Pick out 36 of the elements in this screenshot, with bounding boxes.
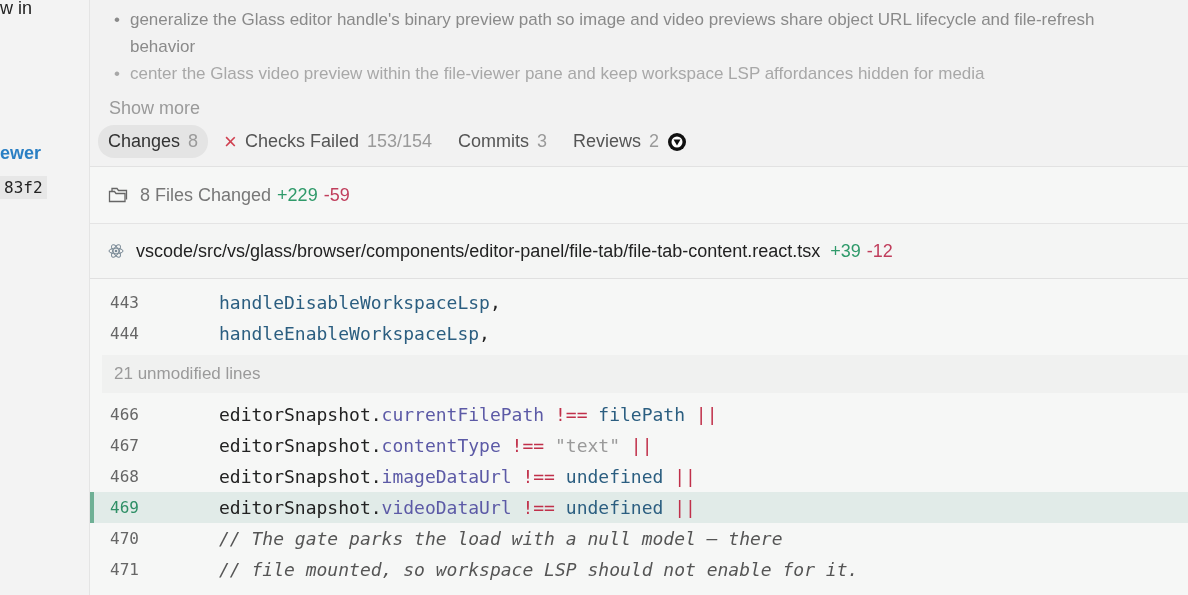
added-count: +39: [830, 240, 861, 262]
line-number: 469: [109, 498, 140, 517]
line-number: 470: [109, 529, 140, 548]
bullet-marker: •: [114, 63, 120, 85]
sidebar-link[interactable]: ewer: [0, 143, 42, 164]
line-number: 471: [109, 560, 140, 579]
line-number: 466: [109, 405, 140, 424]
code-line: editorSnapshot.imageDataUrl !== undefined ||: [219, 466, 696, 487]
atom-icon: [108, 243, 124, 259]
tab[interactable]: × Checks Failed 153/154: [214, 125, 443, 158]
code-line: editorSnapshot.currentFilePath !== filePath ||: [219, 404, 718, 425]
code-line: // The gate parks the load with a null model — there: [219, 528, 783, 549]
line-number: 444: [109, 324, 140, 343]
added-count: +229: [277, 184, 318, 206]
failed-icon: ×: [224, 132, 237, 151]
code-line: editorSnapshot.contentType !== "text" ||: [219, 435, 653, 456]
line-number: 443: [109, 293, 140, 312]
bullet-marker: •: [114, 9, 120, 31]
removed-count: -59: [323, 184, 350, 206]
files-icon: [108, 187, 128, 203]
code-line: editorSnapshot.videoDataUrl !== undefined ||: [219, 497, 696, 518]
tab[interactable]: Changes 8: [98, 125, 209, 158]
tab[interactable]: Commits 3: [448, 125, 558, 158]
code-line: handleEnableWorkspaceLsp,: [219, 323, 490, 344]
code-line: handleDisableWorkspaceLsp,: [219, 292, 501, 313]
description-bullet: center the Glass video preview within the file-viewer pane and keep workspace LSP affordances hidden for media: [129, 63, 985, 85]
sidebar-text: w in: [0, 0, 32, 19]
file-path: vscode/src/vs/glass/browser/components/editor-panel/file-tab/file-tab-content.react.tsx: [136, 240, 821, 262]
removed-count: -12: [866, 240, 893, 262]
commit-hash: 83f2: [0, 176, 47, 199]
line-number: 468: [109, 467, 140, 486]
code-line: // file mounted, so workspace LSP should not enable for it.: [219, 559, 859, 580]
tab[interactable]: Reviews 2: [563, 125, 698, 158]
line-number: 467: [109, 436, 140, 455]
description-bullet: generalize the Glass editor handle's binary preview path so image and video previews share object URL lifecycle and file-refresh behavior: [129, 9, 1096, 58]
files-changed-label: 8 Files Changed: [140, 184, 272, 206]
